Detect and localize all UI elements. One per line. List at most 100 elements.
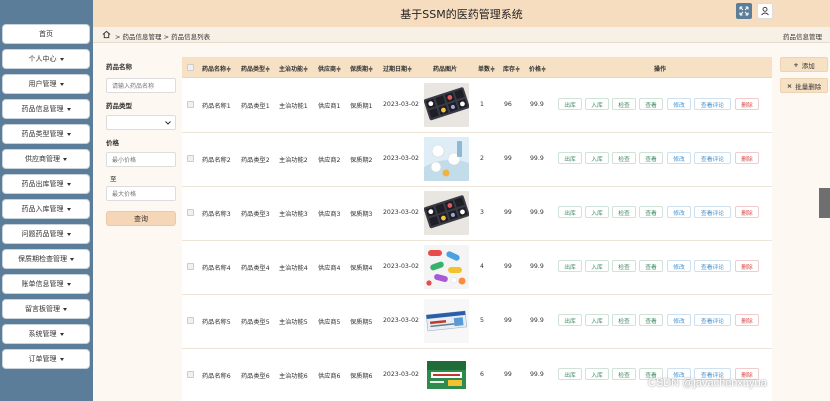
min-price-input[interactable]: 最小价格 — [106, 152, 176, 167]
row-checkbox[interactable] — [187, 263, 194, 270]
table-row: 药品名称2 药品类型2 主治功能2 供应商2 保质期2 2023-03-02 2 99 99.9… — [182, 133, 772, 187]
outbound-button[interactable]: 出库 — [558, 98, 582, 110]
breadcrumb: > 药品信息管理 > 药品信息列表 药品信息管理 — [93, 27, 830, 43]
home-icon[interactable] — [102, 30, 111, 39]
caret-down-icon — [70, 257, 74, 261]
delete-button[interactable]: 删除 — [735, 98, 759, 110]
stock-cell: 96 — [504, 101, 512, 108]
view-comments-button[interactable]: 查看评论 — [694, 98, 731, 110]
drug-name-cell: 药品名称1 — [202, 103, 231, 110]
th-expiry[interactable]: 过期日期≑ — [383, 64, 412, 73]
edit-button[interactable]: 修改 — [667, 206, 691, 218]
plus-icon: + — [793, 60, 799, 69]
max-price-input[interactable]: 最大价格 — [106, 186, 176, 201]
delete-button[interactable]: 删除 — [735, 260, 759, 272]
row-checkbox[interactable] — [187, 155, 194, 162]
th-stock[interactable]: 库存≑ — [503, 64, 520, 73]
row-checkbox[interactable] — [187, 209, 194, 216]
view-button[interactable]: 查看 — [639, 314, 663, 326]
view-comments-button[interactable]: 查看评论 — [694, 152, 731, 164]
count-cell: 1 — [480, 101, 484, 108]
check-button[interactable]: 检查 — [612, 206, 636, 218]
check-button[interactable]: 检查 — [612, 260, 636, 272]
th-supplier[interactable]: 供应商≑ — [318, 64, 341, 73]
row-checkbox[interactable] — [187, 317, 194, 324]
drug-type-select[interactable] — [106, 115, 176, 130]
sidebar-item-profile[interactable]: 个人中心 — [2, 49, 90, 69]
fullscreen-icon[interactable] — [736, 3, 752, 19]
delete-button[interactable]: 删除 — [735, 206, 759, 218]
sidebar-item-messages[interactable]: 留言板管理 — [2, 299, 90, 319]
page-title: 基于SSM的医药管理系统 — [400, 8, 523, 21]
sidebar-item-drug-info[interactable]: 药品信息管理 — [2, 99, 90, 119]
inbound-button[interactable]: 入库 — [585, 260, 609, 272]
drug-image — [424, 353, 469, 397]
user-icon[interactable] — [757, 3, 773, 19]
edit-button[interactable]: 修改 — [667, 152, 691, 164]
th-count[interactable]: 单数≑ — [478, 64, 495, 73]
inbound-button[interactable]: 入库 — [585, 368, 609, 380]
inbound-button[interactable]: 入库 — [585, 206, 609, 218]
sidebar-item-system[interactable]: 系统管理 — [2, 324, 90, 344]
supplier-cell: 供应商4 — [318, 265, 341, 272]
caret-down-icon — [66, 182, 71, 186]
outbound-button[interactable]: 出库 — [558, 152, 582, 164]
view-button[interactable]: 查看 — [639, 152, 663, 164]
view-comments-button[interactable]: 查看评论 — [694, 314, 731, 326]
view-button[interactable]: 查看 — [639, 98, 663, 110]
view-comments-button[interactable]: 查看评论 — [694, 206, 731, 218]
supplier-cell: 供应商2 — [318, 157, 341, 164]
outbound-button[interactable]: 出库 — [558, 314, 582, 326]
function-cell: 主治功能4 — [279, 265, 308, 272]
drug-type-cell: 药品类型1 — [241, 103, 270, 110]
th-drug-type[interactable]: 药品类型≑ — [241, 64, 270, 73]
edit-button[interactable]: 修改 — [667, 98, 691, 110]
th-drug-name[interactable]: 药品名称≑ — [202, 64, 231, 73]
delete-button[interactable]: 删除 — [735, 314, 759, 326]
sidebar-item-label: 用户管理 — [28, 80, 57, 88]
sidebar-item-outbound[interactable]: 药品出库管理 — [2, 174, 90, 194]
sidebar-item-label: 系统管理 — [28, 330, 57, 338]
supplier-cell: 供应商3 — [318, 211, 341, 218]
batch-delete-button[interactable]: × 批量删除 — [780, 78, 828, 93]
view-button[interactable]: 查看 — [639, 206, 663, 218]
view-button[interactable]: 查看 — [639, 260, 663, 272]
sidebar-item-drug-type[interactable]: 药品类型管理 — [2, 124, 90, 144]
th-price[interactable]: 价格≑ — [529, 64, 546, 73]
sidebar-item-shelf-check[interactable]: 保质期检查管理 — [2, 249, 90, 269]
row-checkbox[interactable] — [187, 101, 194, 108]
edit-button[interactable]: 修改 — [667, 314, 691, 326]
edit-button[interactable]: 修改 — [667, 260, 691, 272]
scrollbar-thumb[interactable] — [819, 188, 830, 218]
check-button[interactable]: 检查 — [612, 314, 636, 326]
stock-cell: 99 — [504, 155, 512, 162]
sidebar-item-inbound[interactable]: 药品入库管理 — [2, 199, 90, 219]
inbound-button[interactable]: 入库 — [585, 152, 609, 164]
check-button[interactable]: 检查 — [612, 368, 636, 380]
select-all-checkbox[interactable] — [187, 64, 194, 71]
count-cell: 3 — [480, 209, 484, 216]
expiry-cell: 2023-03-02 — [383, 101, 419, 108]
search-button[interactable]: 查询 — [106, 211, 176, 226]
outbound-button[interactable]: 出库 — [558, 368, 582, 380]
outbound-button[interactable]: 出库 — [558, 260, 582, 272]
sidebar-item-supplier[interactable]: 供应商管理 — [2, 149, 90, 169]
sidebar-item-problem-drug[interactable]: 问题药品管理 — [2, 224, 90, 244]
sidebar-item-bills[interactable]: 账单信息管理 — [2, 274, 90, 294]
delete-button[interactable]: 删除 — [735, 152, 759, 164]
row-checkbox[interactable] — [187, 371, 194, 378]
sidebar-item-orders[interactable]: 订单管理 — [2, 349, 90, 369]
inbound-button[interactable]: 入库 — [585, 98, 609, 110]
check-button[interactable]: 检查 — [612, 152, 636, 164]
th-shelf-life[interactable]: 保质期≑ — [350, 64, 373, 73]
th-function[interactable]: 主治功能≑ — [279, 64, 308, 73]
price-cell: 99.9 — [530, 155, 544, 162]
sidebar-item-home[interactable]: 首页 — [2, 24, 90, 44]
drug-name-input[interactable]: 请输入药品名称 — [106, 78, 176, 93]
inbound-button[interactable]: 入库 — [585, 314, 609, 326]
view-comments-button[interactable]: 查看评论 — [694, 260, 731, 272]
outbound-button[interactable]: 出库 — [558, 206, 582, 218]
sidebar-item-users[interactable]: 用户管理 — [2, 74, 90, 94]
check-button[interactable]: 检查 — [612, 98, 636, 110]
add-button[interactable]: + 添加 — [780, 57, 828, 72]
